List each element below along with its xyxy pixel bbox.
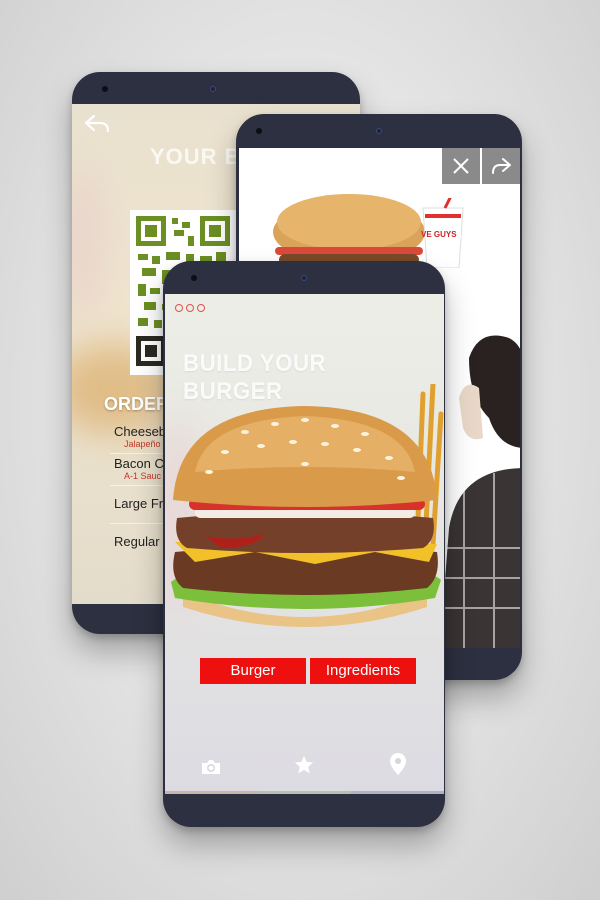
cup-brand-text: VE GUYS [421,230,457,239]
person-photo [439,335,520,648]
order-heading: ORDER [104,394,170,414]
blurred-cup-background [72,164,102,324]
front-camera [102,86,108,92]
dot [186,304,194,312]
tab-bar: Burger Ingredients [200,658,416,684]
front-camera [256,128,262,134]
burger-image [273,194,425,266]
star-icon[interactable] [293,754,315,782]
location-pin-icon[interactable] [389,752,407,782]
burger-image [171,406,441,627]
dot [197,304,205,312]
camera-icon[interactable] [200,756,222,782]
page-title: YOUR B [150,144,242,169]
close-icon[interactable] [442,148,480,184]
front-camera [191,275,197,281]
nav-indicator [258,791,351,794]
reply-arrow-icon[interactable] [84,114,110,140]
share-arrow-icon[interactable] [482,148,520,184]
menu-dots-icon[interactable] [175,304,205,312]
phone-front: BUILD YOUR BURGER Burger Ingredients [163,261,445,827]
bottom-nav [165,752,444,794]
tab-burger[interactable]: Burger [200,658,306,684]
page-title: BUILD YOUR BURGER [183,350,327,405]
tab-ingredients[interactable]: Ingredients [310,658,416,684]
nav-indicator [351,791,444,794]
nav-indicator [165,791,258,794]
sensor [376,128,382,134]
sensor [301,275,307,281]
dot [175,304,183,312]
sensor [210,86,216,92]
build-burger-screen: BUILD YOUR BURGER Burger Ingredients [165,294,444,794]
